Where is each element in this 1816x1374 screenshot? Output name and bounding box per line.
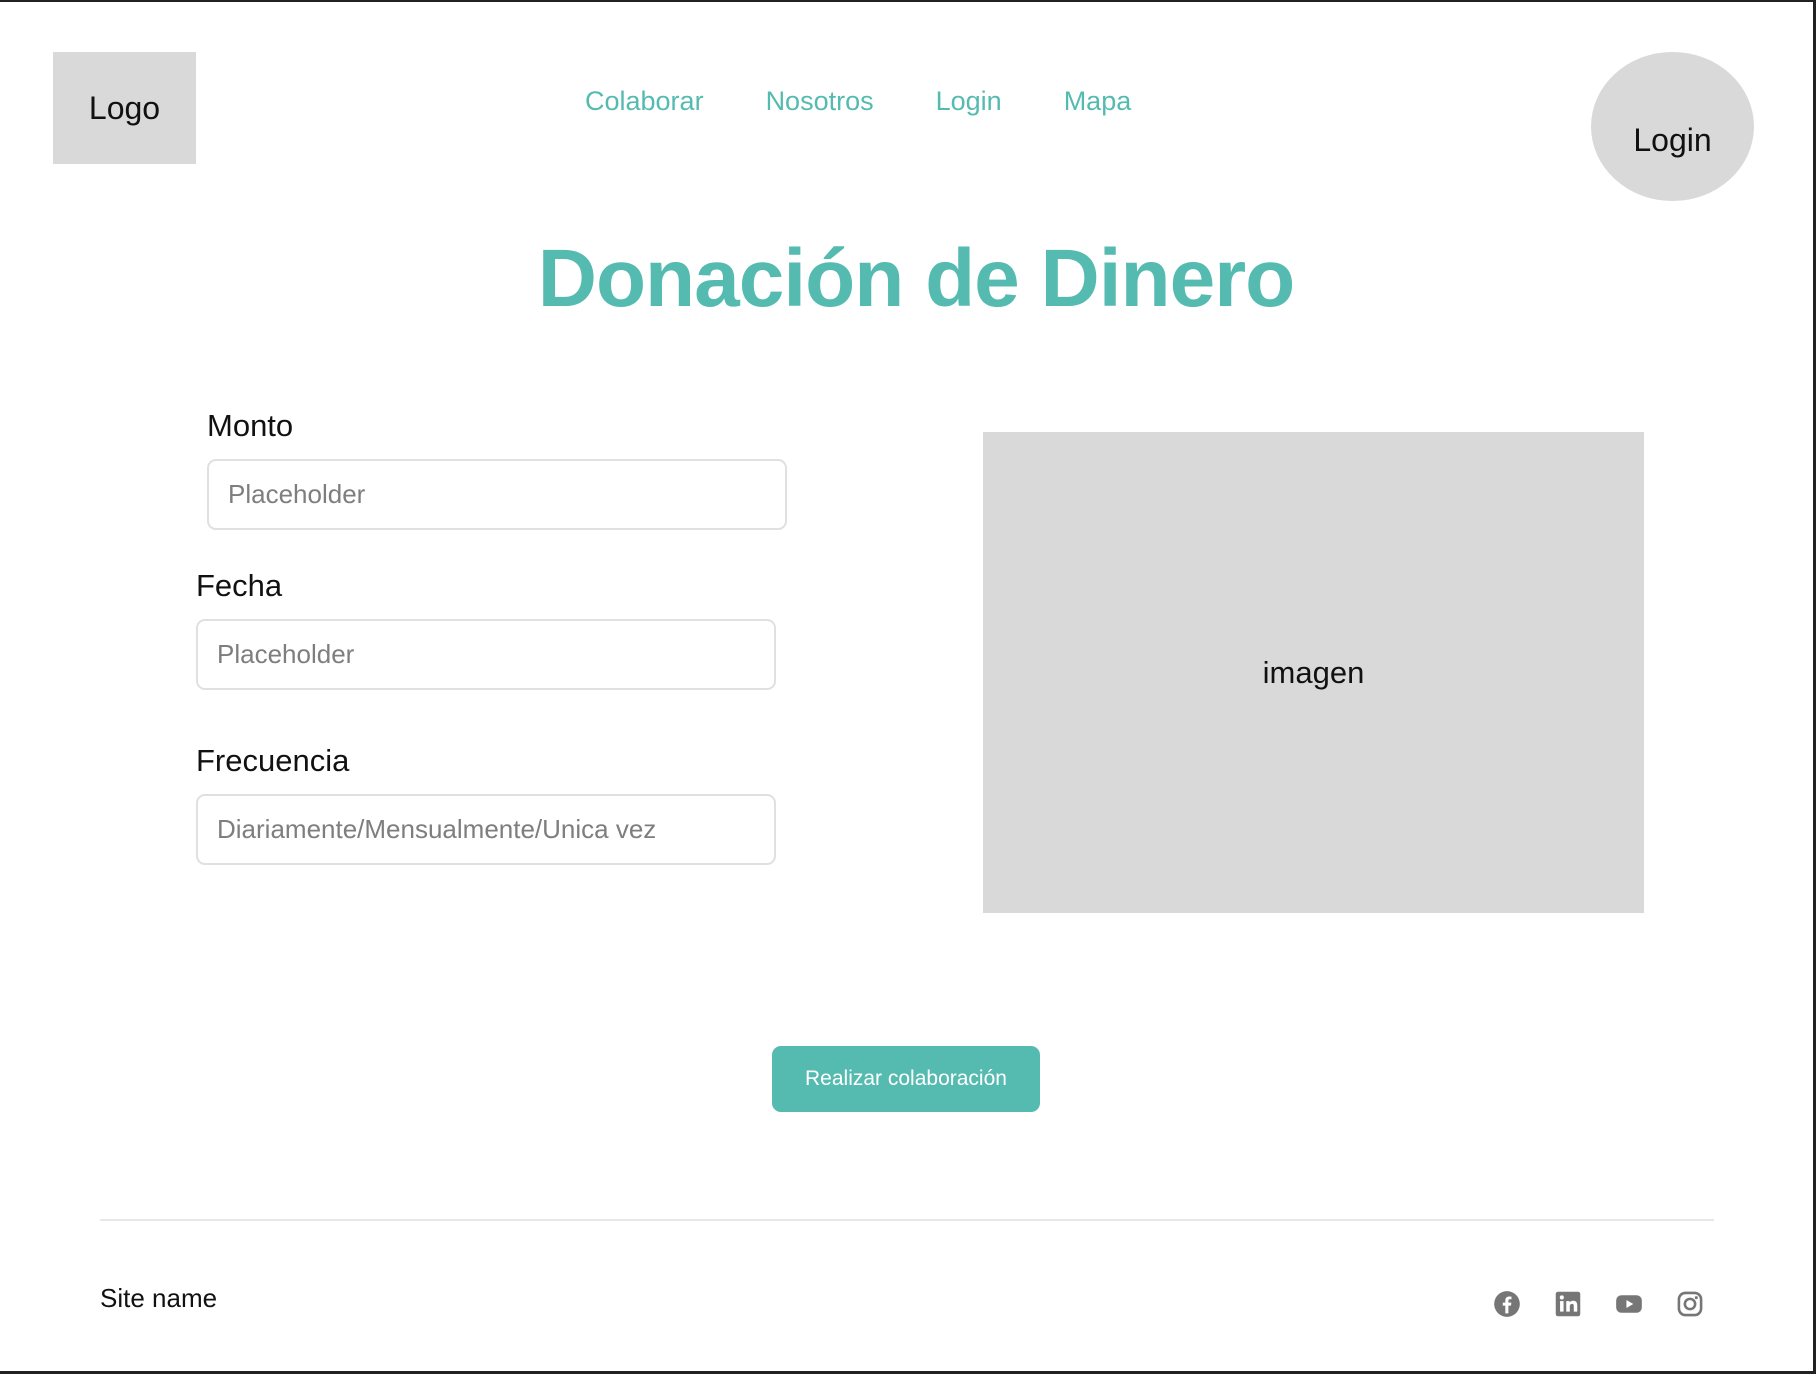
nav-link-colaborar[interactable]: Colaborar [585, 86, 704, 117]
logo-text: Logo [88, 89, 161, 126]
monto-input[interactable] [207, 459, 787, 530]
instagram-icon[interactable] [1676, 1290, 1704, 1318]
image-placeholder: imagen [983, 432, 1644, 913]
logo[interactable]: Logo [53, 52, 196, 164]
fecha-input[interactable] [196, 619, 776, 690]
realizar-colaboracion-button[interactable]: Realizar colaboración [772, 1046, 1040, 1112]
footer-site-name: Site name [100, 1283, 218, 1313]
nav-link-mapa[interactable]: Mapa [1064, 86, 1132, 117]
nav-link-nosotros[interactable]: Nosotros [766, 86, 874, 117]
youtube-icon[interactable] [1615, 1290, 1643, 1318]
image-placeholder-label: imagen [1262, 654, 1365, 690]
nav-link-login[interactable]: Login [936, 86, 1002, 117]
page-title: Donación de Dinero [537, 233, 1296, 324]
linkedin-icon[interactable] [1554, 1290, 1582, 1318]
login-button-label: Login [1633, 122, 1712, 158]
footer-divider [100, 1219, 1714, 1221]
main-nav: Colaborar Nosotros Login Mapa [585, 86, 1131, 117]
monto-label: Monto [207, 408, 294, 443]
fecha-label: Fecha [196, 568, 283, 603]
login-button[interactable]: Login [1591, 52, 1754, 201]
frecuencia-input[interactable] [196, 794, 776, 865]
facebook-icon[interactable] [1493, 1290, 1521, 1318]
social-links [1493, 1290, 1704, 1318]
frecuencia-label: Frecuencia [196, 743, 350, 778]
